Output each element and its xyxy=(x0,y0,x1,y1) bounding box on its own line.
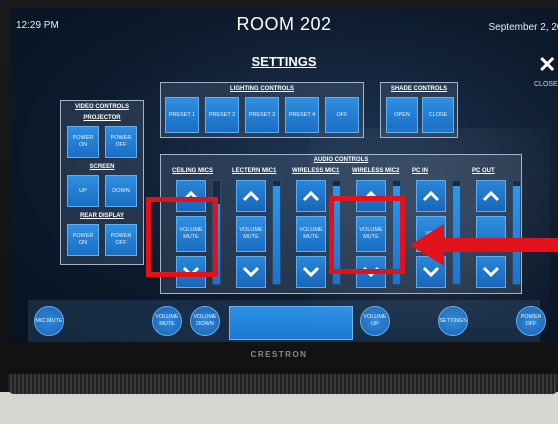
audio-channel-title: PC OUT xyxy=(472,168,495,174)
projector-power-on-button[interactable]: POWER ON xyxy=(67,126,99,158)
shade-close-button[interactable]: CLOSE xyxy=(422,97,454,133)
audio-channel-title: CEILING MICS xyxy=(172,168,214,174)
speaker-grille xyxy=(8,374,558,394)
touch-screen: 12:29 PM ROOM 202 September 2, 202 SETTI… xyxy=(10,8,558,342)
mic-mute-button[interactable]: MIC MUTE xyxy=(34,306,64,336)
close-label[interactable]: CLOSE xyxy=(534,81,558,88)
page-title: SETTINGS xyxy=(251,54,317,69)
volume-level-display xyxy=(229,306,353,340)
volume-level-meter xyxy=(272,180,281,285)
shade-controls-panel: SHADE CONTROLS OPEN CLOSE xyxy=(380,82,458,138)
annotation-arrow xyxy=(410,224,558,266)
audio-channel-title: LECTERN MIC1 xyxy=(232,168,277,174)
top-bar: 12:29 PM ROOM 202 September 2, 202 xyxy=(10,8,558,44)
audio-channel-title: WIRELESS MIC1 xyxy=(292,168,340,174)
lighting-preset-3-button[interactable]: PRESET 3 xyxy=(245,97,279,133)
lighting-preset-4-button[interactable]: PRESET 4 xyxy=(285,97,319,133)
settings-button[interactable]: SETTINGS xyxy=(438,306,468,336)
volume-up-chevron-icon[interactable] xyxy=(476,180,506,212)
volume-up-chevron-icon[interactable] xyxy=(416,180,446,212)
volume-up-button[interactable]: VOLUME UP xyxy=(360,306,390,336)
lighting-off-button[interactable]: OFF xyxy=(325,97,359,133)
screen-down-button[interactable]: DOWN xyxy=(105,175,137,207)
close-icon[interactable]: ✕ xyxy=(538,54,556,76)
video-controls-panel: VIDEO CONTROLS PROJECTOR POWER ON POWER … xyxy=(60,100,144,265)
volume-mute-button[interactable]: VOLUME MUTE xyxy=(236,216,266,252)
screen-title: SCREEN xyxy=(89,164,115,170)
annotation-box-ceiling-mics xyxy=(146,197,218,277)
projector-title: PROJECTOR xyxy=(83,115,121,121)
audio-channel-title: PC IN xyxy=(412,168,429,174)
wall-background xyxy=(0,392,558,424)
volume-down-chevron-icon[interactable] xyxy=(296,256,326,288)
rear-display-title: REAR DISPLAY xyxy=(79,213,125,219)
rear-display-power-off-button[interactable]: POWER OFF xyxy=(105,224,137,256)
volume-up-chevron-icon[interactable] xyxy=(296,180,326,212)
volume-down-button[interactable]: VOLUME DOWN xyxy=(190,306,220,336)
audio-channel-title: WIRELESS MIC2 xyxy=(352,168,400,174)
brand-logo: CRESTRON xyxy=(250,350,308,359)
annotation-box-wireless-mic2 xyxy=(329,196,405,274)
volume-up-chevron-icon[interactable] xyxy=(236,180,266,212)
video-controls-title: VIDEO CONTROLS xyxy=(74,104,129,110)
audio-controls-title: AUDIO CONTROLS xyxy=(313,157,369,163)
power-off-button[interactable]: POWER OFF xyxy=(516,306,546,336)
lighting-preset-2-button[interactable]: PRESET 2 xyxy=(205,97,239,133)
lighting-controls-panel: LIGHTING CONTROLS PRESET 1 PRESET 2 PRES… xyxy=(160,82,364,138)
projector-power-off-button[interactable]: POWER OFF xyxy=(105,126,137,158)
screen-up-button[interactable]: UP xyxy=(67,175,99,207)
volume-mute-button[interactable]: VOLUME MUTE xyxy=(296,216,326,252)
shade-controls-title: SHADE CONTROLS xyxy=(390,86,448,92)
rear-display-power-on-button[interactable]: POWER ON xyxy=(67,224,99,256)
date: September 2, 202 xyxy=(488,22,558,33)
volume-level-fill xyxy=(273,186,280,284)
volume-mute-button[interactable]: VOLUME MUTE xyxy=(152,306,182,336)
shade-open-button[interactable]: OPEN xyxy=(386,97,418,133)
lighting-controls-title: LIGHTING CONTROLS xyxy=(230,86,294,92)
room-title: ROOM 202 xyxy=(236,14,332,34)
volume-down-chevron-icon[interactable] xyxy=(236,256,266,288)
lighting-preset-1-button[interactable]: PRESET 1 xyxy=(165,97,199,133)
